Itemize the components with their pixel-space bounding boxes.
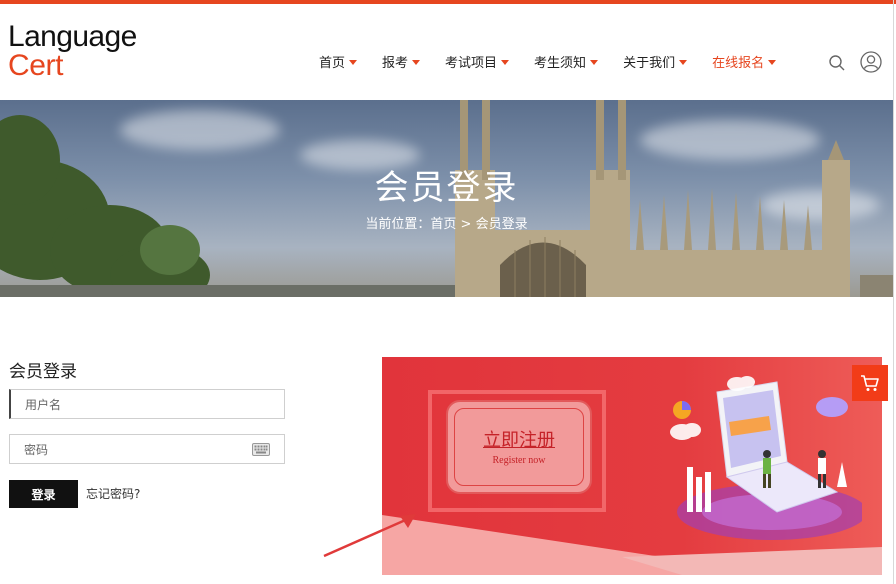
- caret-down-icon: [768, 59, 777, 65]
- site-header: Language Cert 首页 报考 考试项目 考生须知 关于我们 在线报名: [0, 4, 893, 100]
- forgot-password-link[interactable]: 忘记密码?: [86, 485, 140, 502]
- nav-label: 考生须知: [534, 56, 587, 71]
- caret-down-icon: [679, 59, 688, 65]
- password-input[interactable]: 密码: [9, 434, 285, 464]
- nav-label: 首页: [319, 56, 346, 71]
- page-title: 会员登录: [374, 168, 519, 208]
- register-now-label: 立即注册: [483, 430, 555, 451]
- login-button[interactable]: 登录: [9, 480, 78, 508]
- nav-label: 报考: [382, 56, 409, 71]
- cart-icon: [861, 375, 879, 391]
- user-icon[interactable]: [860, 51, 882, 73]
- nav-item-online-registration[interactable]: 在线报名: [712, 52, 777, 71]
- breadcrumb: 当前位置：首页 > 会员登录: [0, 213, 893, 232]
- brand-logo-line1: Language: [8, 20, 137, 53]
- search-icon[interactable]: [828, 54, 846, 72]
- keyboard-icon[interactable]: [252, 443, 270, 456]
- password-placeholder: 密码: [24, 442, 49, 457]
- nav-item-candidate-notes[interactable]: 考生须知: [534, 52, 599, 71]
- register-promo-banner[interactable]: 立即注册 Register now: [382, 357, 882, 575]
- nav-label: 在线报名: [712, 56, 765, 71]
- username-input[interactable]: 用户名: [9, 389, 285, 419]
- nav-item-apply[interactable]: 报考: [382, 52, 421, 71]
- nav-item-exams[interactable]: 考试项目: [445, 52, 510, 71]
- cart-button[interactable]: [852, 365, 888, 401]
- laptop-illustration: [670, 376, 862, 540]
- page-edge-line: [893, 0, 894, 584]
- nav-item-home[interactable]: 首页: [319, 52, 358, 71]
- page-banner: 会员登录 当前位置：首页 > 会员登录: [0, 100, 893, 297]
- nav-label: 关于我们: [623, 56, 676, 71]
- breadcrumb-separator: >: [460, 217, 472, 232]
- register-now-button[interactable]: 立即注册 Register now: [446, 400, 592, 494]
- nav-label: 考试项目: [445, 56, 498, 71]
- username-placeholder: 用户名: [25, 397, 62, 412]
- breadcrumb-current: 会员登录: [475, 217, 528, 232]
- breadcrumb-prefix: 当前位置：: [365, 217, 431, 232]
- brand-logo[interactable]: Language Cert: [8, 20, 137, 82]
- login-heading: 会员登录: [9, 362, 77, 382]
- annotation-arrow: [323, 514, 416, 558]
- caret-down-icon: [590, 59, 599, 65]
- caret-down-icon: [501, 59, 510, 65]
- breadcrumb-home-link[interactable]: 首页: [430, 217, 456, 232]
- brand-logo-line2: Cert: [8, 49, 64, 82]
- main-nav: 首页 报考 考试项目 考生须知 关于我们 在线报名: [319, 52, 801, 71]
- caret-down-icon: [412, 59, 421, 65]
- nav-item-about[interactable]: 关于我们: [623, 52, 688, 71]
- caret-down-icon: [349, 59, 358, 65]
- register-now-sublabel: Register now: [492, 455, 546, 466]
